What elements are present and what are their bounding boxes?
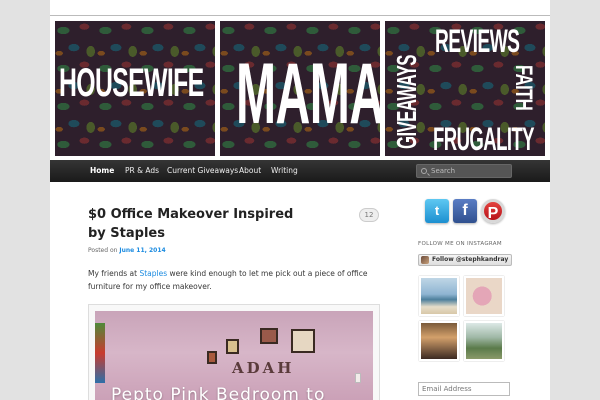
banner-reviews-text: REVIEWS (435, 23, 520, 59)
post-image[interactable]: ADAH Pepto Pink Bedroom to (95, 311, 373, 400)
post-body-text-1: My friends at (88, 269, 140, 278)
banner-panel-housewife[interactable]: HOUSEWIFE (55, 21, 215, 156)
banner-housewife-text: HOUSEWIFE (59, 61, 204, 105)
page: HOUSEWIFE MAMA REVIEWS GIVEAWAYS FAITH F… (50, 0, 550, 400)
email-subscribe-input[interactable] (418, 382, 510, 396)
search-box (416, 164, 512, 178)
image-wall-art (260, 328, 278, 344)
instagram-thumbnail[interactable] (419, 276, 459, 316)
instagram-follow-label: Follow @stephkandray (432, 256, 509, 263)
main-nav: Home PR & Ads Current Giveaways About Wr… (50, 160, 550, 182)
instagram-follow-button[interactable]: Follow @stephkandray (418, 254, 513, 266)
image-wall-art (226, 339, 239, 354)
banner-frugality-text: FRUGALITY (433, 121, 535, 156)
twitter-icon[interactable]: t (425, 199, 449, 223)
post-image-frame: ADAH Pepto Pink Bedroom to (88, 304, 380, 400)
image-wall-letters: ADAH (232, 359, 295, 377)
top-divider (50, 15, 550, 16)
banner-mama-text: MAMA (236, 46, 380, 142)
banner-panel-mama[interactable]: MAMA (220, 21, 380, 156)
search-input[interactable] (431, 165, 511, 177)
banner-giveaways-text: GIVEAWAYS (391, 55, 422, 149)
comment-count-bubble[interactable]: 12 (359, 208, 379, 222)
banner-panel-topics[interactable]: REVIEWS GIVEAWAYS FAITH FRUGALITY (385, 21, 545, 156)
nav-item-home[interactable]: Home (88, 160, 116, 182)
image-wall-art (291, 329, 315, 353)
instagram-thumbnail[interactable] (419, 321, 459, 361)
image-light-switch (355, 373, 361, 383)
instagram-icon (421, 256, 429, 264)
pinterest-icon[interactable]: P (481, 199, 505, 223)
facebook-icon[interactable]: f (453, 199, 477, 223)
banner-faith-text: FAITH (510, 65, 537, 111)
instagram-thumbnail[interactable] (464, 321, 504, 361)
nav-item-writing[interactable]: Writing (269, 160, 300, 182)
post-meta: Posted on June 11, 2014 (88, 247, 166, 254)
nav-item-current-giveaways[interactable]: Current Giveaways (165, 160, 240, 182)
instagram-thumbnail[interactable] (464, 276, 504, 316)
image-caption: Pepto Pink Bedroom to (111, 385, 326, 400)
post-date-link[interactable]: June 11, 2014 (119, 247, 165, 254)
search-icon (421, 168, 427, 174)
post-title[interactable]: $0 Office Makeover Inspired by Staples (88, 205, 313, 243)
nav-item-about[interactable]: About (237, 160, 263, 182)
image-bookshelf (95, 323, 105, 383)
image-wall-art (207, 351, 217, 364)
staples-link[interactable]: Staples (139, 269, 167, 278)
nav-item-pr-ads[interactable]: PR & Ads (123, 160, 161, 182)
post-body: My friends at Staples were kind enough t… (88, 267, 383, 293)
instagram-heading: FOLLOW ME ON INSTAGRAM (418, 241, 502, 247)
posted-on-label: Posted on (88, 247, 118, 254)
